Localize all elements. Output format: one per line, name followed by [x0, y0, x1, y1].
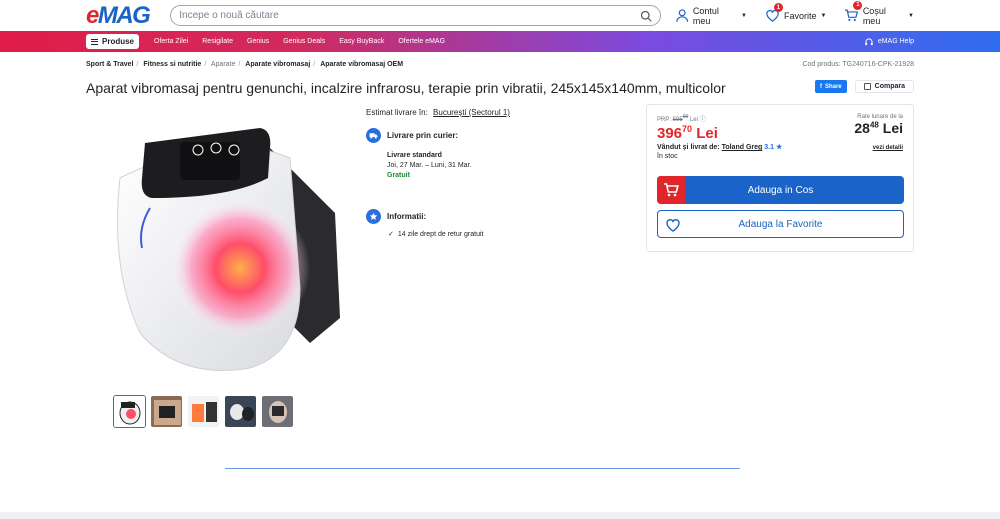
delivery-cost: Gratuit [387, 172, 410, 179]
add-to-favorites-label: Adauga la Favorite [738, 218, 823, 230]
courier-heading: Livrare prin curier: [387, 131, 459, 140]
cart-count-badge: 1 [853, 0, 863, 10]
product-title: Aparat vibromasaj pentru genunchi, incal… [86, 80, 726, 96]
hamburger-icon [91, 38, 98, 45]
product-code: Cod produs: TG240716-CPK-21928 [802, 61, 914, 68]
chevron-down-icon: ▼ [908, 12, 914, 19]
add-to-favorites-button[interactable]: Adauga la Favorite [657, 210, 904, 238]
search-input[interactable] [179, 10, 640, 21]
chevron-down-icon: ▼ [741, 12, 747, 19]
nav-link-ofertele-emag[interactable]: Ofertele eMAG [398, 38, 445, 45]
standard-delivery-label: Livrare standard [387, 152, 442, 159]
breadcrumb: Sport & Travel / Fitness si nutritie / Apa… [86, 61, 404, 68]
thumbnail-strip [113, 395, 294, 428]
account-label: Contul meu [692, 5, 719, 26]
product-main-image[interactable] [100, 118, 340, 380]
return-policy: 14 zile drept de retur gratuit [397, 230, 484, 238]
compare-checkbox[interactable]: Compara [854, 80, 914, 93]
top-header: eMAG Contul meu ▼ 1 Favorite ▼ 1 Coșul m… [0, 0, 1000, 31]
nav-link-easy-buyback[interactable]: Easy BuyBack [339, 38, 384, 45]
thumbnail-image[interactable] [261, 395, 294, 428]
delivery-location-link[interactable]: București (Sectorul 1) [433, 108, 510, 117]
favorites-count-badge: 1 [773, 3, 783, 12]
category-navbar: Produse Oferta Zilei Resigilate Genius G… [0, 31, 1000, 52]
installment-info: Rate lunare de la 2848 Lei vezi detalii [854, 114, 903, 151]
check-icon: ✓ [388, 231, 394, 238]
thumbnail-image[interactable] [224, 395, 257, 428]
cart-icon [845, 9, 859, 22]
products-menu-button[interactable]: Produse [86, 34, 140, 49]
info-icon[interactable]: ⓘ [700, 117, 706, 123]
thumbnail-image[interactable] [150, 395, 183, 428]
help-label: eMAG Help [877, 38, 914, 45]
delivery-panel: Estimat livrare în: București (Sectorul … [366, 108, 626, 238]
breadcrumb-item[interactable]: Fitness si nutritie [143, 61, 201, 68]
favorites-label: Favorite [783, 10, 817, 21]
thumbnail-image[interactable] [113, 395, 146, 428]
nav-link-oferta-zilei[interactable]: Oferta Zilei [154, 38, 188, 45]
nav-link-resigilate[interactable]: Resigilate [202, 38, 233, 45]
stock-status: în stoc [657, 153, 678, 160]
buy-box: PRP: 59500 Lei ⓘ 39670 Lei Vândut și liv… [646, 104, 914, 252]
thumbnail-image[interactable] [187, 395, 220, 428]
star-icon: ★ [775, 144, 783, 151]
share-label: Share [824, 83, 842, 90]
headset-icon [865, 37, 873, 45]
breadcrumb-item[interactable]: Sport & Travel [86, 61, 133, 68]
account-menu[interactable]: Contul meu ▼ [675, 6, 747, 26]
cart-label: Coșul meu [862, 5, 886, 26]
star-info-icon [366, 209, 381, 224]
cart-menu[interactable]: 1 Coșul meu ▼ [844, 0, 914, 26]
breadcrumb-item[interactable]: Aparate vibromasaj OEM [320, 61, 403, 68]
emag-logo[interactable]: eMAG [86, 2, 170, 30]
favorites-menu[interactable]: 1 Favorite ▼ [765, 3, 827, 23]
help-link[interactable]: eMAG Help [864, 37, 914, 47]
heart-icon [666, 219, 680, 232]
seller-link[interactable]: Toland Greg [722, 144, 763, 151]
seller-rating: 3.1 [764, 144, 774, 151]
add-to-cart-label: Adauga in Cos [747, 184, 814, 196]
checkbox-icon [863, 83, 871, 90]
delivery-estimate-label: Estimat livrare în: [366, 108, 428, 117]
products-label: Produse [102, 37, 135, 46]
info-heading: Informatii: [387, 212, 427, 221]
truck-icon [366, 128, 381, 143]
cart-icon [657, 176, 685, 204]
user-icon [675, 9, 688, 22]
facebook-share-button[interactable]: f Share [814, 80, 847, 93]
add-to-cart-button[interactable]: Adauga in Cos [657, 176, 904, 204]
facebook-icon: f [819, 83, 822, 90]
nav-link-genius[interactable]: Genius [247, 38, 269, 45]
breadcrumb-item[interactable]: Aparate vibromasaj [245, 61, 310, 68]
search-icon[interactable] [640, 10, 652, 22]
installment-details-link[interactable]: vezi detalii [873, 145, 903, 151]
section-divider [225, 468, 740, 469]
delivery-dates: Joi, 27 Mar. – Luni, 31 Mar. [387, 162, 472, 169]
compare-label: Compara [874, 83, 905, 90]
footer-strip [0, 512, 1000, 519]
chevron-down-icon: ▼ [820, 12, 827, 19]
breadcrumb-item[interactable]: Aparate [211, 61, 236, 68]
search-bar[interactable] [170, 5, 661, 26]
nav-link-genius-deals[interactable]: Genius Deals [283, 38, 325, 45]
